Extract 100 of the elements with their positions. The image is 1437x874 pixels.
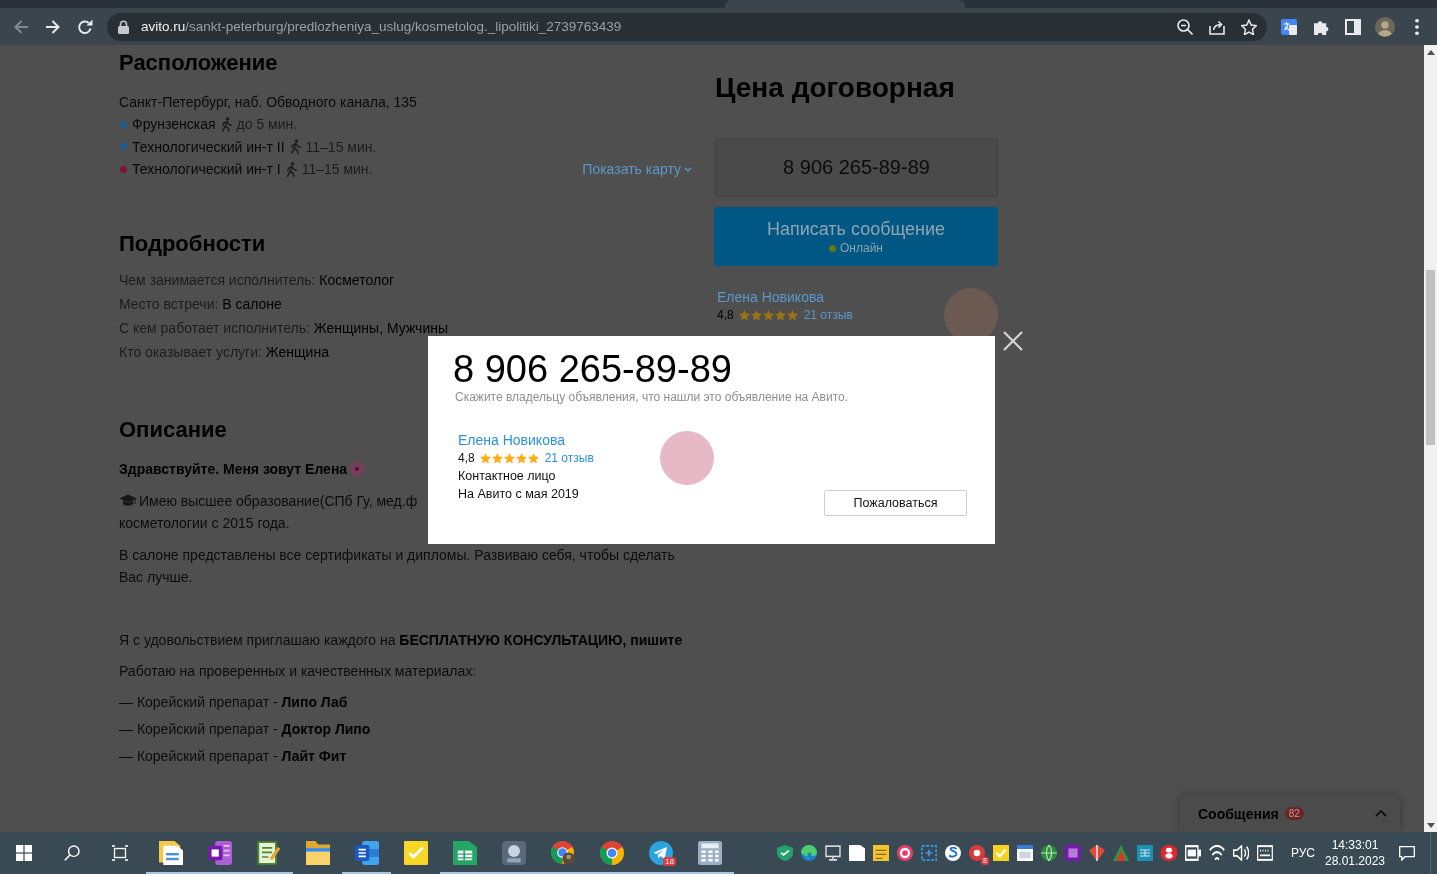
profile-avatar-icon[interactable]	[1375, 16, 1395, 37]
triangle-icon[interactable]	[1113, 845, 1129, 861]
capsule-icon[interactable]	[1161, 845, 1177, 861]
star-icon	[503, 452, 515, 464]
scroll-up-arrow-icon[interactable]	[1426, 50, 1435, 55]
address-bar[interactable]: avito.ru/sankt-peterburg/predlozheniya_uslug/kosmetolog._lipolitiki_2739763439	[107, 12, 1267, 41]
window-icon[interactable]	[1017, 845, 1033, 861]
browser-icon	[599, 841, 624, 865]
star-icon	[491, 452, 503, 464]
battery-icon[interactable]	[1185, 845, 1201, 861]
wifi-icon[interactable]	[1209, 845, 1225, 861]
reviews-link[interactable]: 21 отзыв	[803, 306, 853, 324]
walking-person-icon	[220, 116, 233, 132]
description-paragraph: Я с удовольствием приглашаю каждого на БЕСПЛАТНУЮ КОНСУЛЬТАЦИЮ, пишите	[119, 630, 684, 650]
taskbar-app-button[interactable]: 18	[636, 832, 685, 874]
calculator-icon	[697, 841, 722, 865]
scrollbar[interactable]	[1424, 45, 1437, 832]
side-panel-icon[interactable]	[1345, 18, 1361, 35]
document-icon[interactable]	[849, 845, 865, 861]
product-line: — Корейский препарат - Доктор Липо	[119, 719, 371, 739]
folder-icon	[305, 841, 330, 865]
target-icon[interactable]	[897, 845, 913, 861]
close-icon[interactable]	[1003, 331, 1023, 351]
puzzle-piece-icon[interactable]	[1313, 18, 1329, 35]
star-icon	[750, 309, 762, 321]
section-heading: Описание	[119, 416, 227, 443]
section-heading: Подробности	[119, 230, 266, 257]
notebook-icon[interactable]	[1065, 845, 1081, 861]
write-message-button[interactable]: Написать сообщение Онлайн	[714, 207, 998, 266]
rating-value: 4,8	[717, 307, 734, 324]
forward-arrow-icon[interactable]	[45, 18, 61, 35]
chevron-down-icon	[684, 166, 692, 172]
text-editor-app-icon	[354, 841, 379, 865]
flower-icon	[349, 460, 366, 477]
star-icon	[738, 309, 750, 321]
clock-time[interactable]: 14:33:01	[1331, 837, 1379, 853]
user-tile-icon	[501, 841, 526, 865]
ring-icon[interactable]	[969, 845, 985, 861]
speaker-icon[interactable]	[1233, 845, 1249, 861]
scroll-down-arrow-icon[interactable]	[1426, 823, 1435, 828]
star-icon	[527, 452, 539, 464]
detail-value: Женщина	[265, 343, 329, 360]
search-icon[interactable]	[64, 845, 80, 861]
walking-person-icon	[289, 139, 302, 155]
globe-icon[interactable]	[1041, 845, 1057, 861]
notebook-app-icon	[207, 841, 232, 865]
reload-icon[interactable]	[77, 18, 93, 35]
document-app-icon	[158, 841, 183, 865]
unread-count: 82	[1284, 807, 1304, 820]
greeting-text: Здравствуйте. Меня зовут Елена	[119, 460, 348, 477]
browser-profile-icon	[550, 841, 575, 865]
more-menu-icon[interactable]	[1415, 18, 1419, 35]
messages-label[interactable]: Сообщения	[1198, 805, 1279, 822]
description-text: Имею высшее образование(СПб Гу, мед.ф	[139, 492, 418, 509]
monitor-icon[interactable]	[825, 845, 841, 861]
walking-person-icon	[285, 161, 298, 177]
unread-count: 18	[663, 857, 676, 866]
diamond-icon[interactable]	[1089, 845, 1105, 861]
share-icon[interactable]	[1209, 18, 1225, 35]
reviews-link[interactable]: 21 отзыв	[544, 449, 594, 467]
star-icon	[786, 309, 798, 321]
star-icon	[762, 309, 774, 321]
lock-icon[interactable]	[118, 19, 129, 34]
start-menu-icon[interactable]	[16, 845, 32, 861]
show-map-link[interactable]: Показать карту	[582, 158, 692, 181]
station-name: Технологический ин-т II	[132, 137, 285, 157]
online-status: Онлайн	[840, 241, 883, 255]
shield-icon[interactable]	[777, 845, 793, 861]
notepad-app-icon	[256, 841, 281, 865]
zoom-out-icon[interactable]	[1177, 18, 1193, 35]
hint-text: Скажите владельцу объявления, что нашли это объявление на Авито.	[455, 389, 849, 405]
price-heading: Цена договорная	[715, 71, 955, 105]
detail-value: В салоне	[222, 295, 282, 312]
station-name: Технологический ин-т I	[132, 160, 281, 179]
product-line: — Корейский препарат - Лайт Фит	[119, 746, 347, 766]
seller-name-link[interactable]: Елена Новикова	[458, 431, 565, 449]
paper-plane-icon	[648, 841, 673, 865]
notes-icon[interactable]	[873, 845, 889, 861]
checkmark-icon[interactable]	[993, 845, 1009, 861]
language-indicator[interactable]: РУС	[1280, 832, 1326, 874]
bookmark-star-icon[interactable]	[1241, 18, 1257, 35]
star-icon	[515, 452, 527, 464]
swirl-circle-icon[interactable]	[801, 845, 817, 861]
clock-date[interactable]: 28.01.2023	[1324, 853, 1386, 869]
swirl-icon[interactable]	[945, 845, 961, 861]
scrollbar-thumb[interactable]	[1426, 270, 1435, 445]
keyboard-icon[interactable]	[1257, 845, 1273, 861]
description-paragraph: В салоне представлены все сертификаты и дипломы. Развиваю себя, чтобы сделать Вас лучше.	[119, 545, 676, 587]
task-view-icon[interactable]	[112, 845, 128, 861]
contact-role: Контактное лицо	[458, 468, 556, 485]
screen-capture-icon[interactable]	[921, 845, 937, 861]
seller-name-link[interactable]: Елена Новикова	[717, 288, 824, 306]
description-paragraph: Работаю на проверенных и качественных материалах:	[119, 661, 477, 681]
avatar-placeholder	[944, 288, 998, 336]
report-button[interactable]: Пожаловаться	[824, 490, 967, 516]
rating-value: 4,8	[458, 450, 475, 467]
notification-icon[interactable]	[1399, 845, 1415, 861]
show-phone-button[interactable]: 8 906 265-89-89	[715, 138, 998, 197]
translate-icon[interactable]	[1281, 18, 1297, 35]
product-line: — Корейский препарат - Липо Лаб	[119, 692, 348, 712]
